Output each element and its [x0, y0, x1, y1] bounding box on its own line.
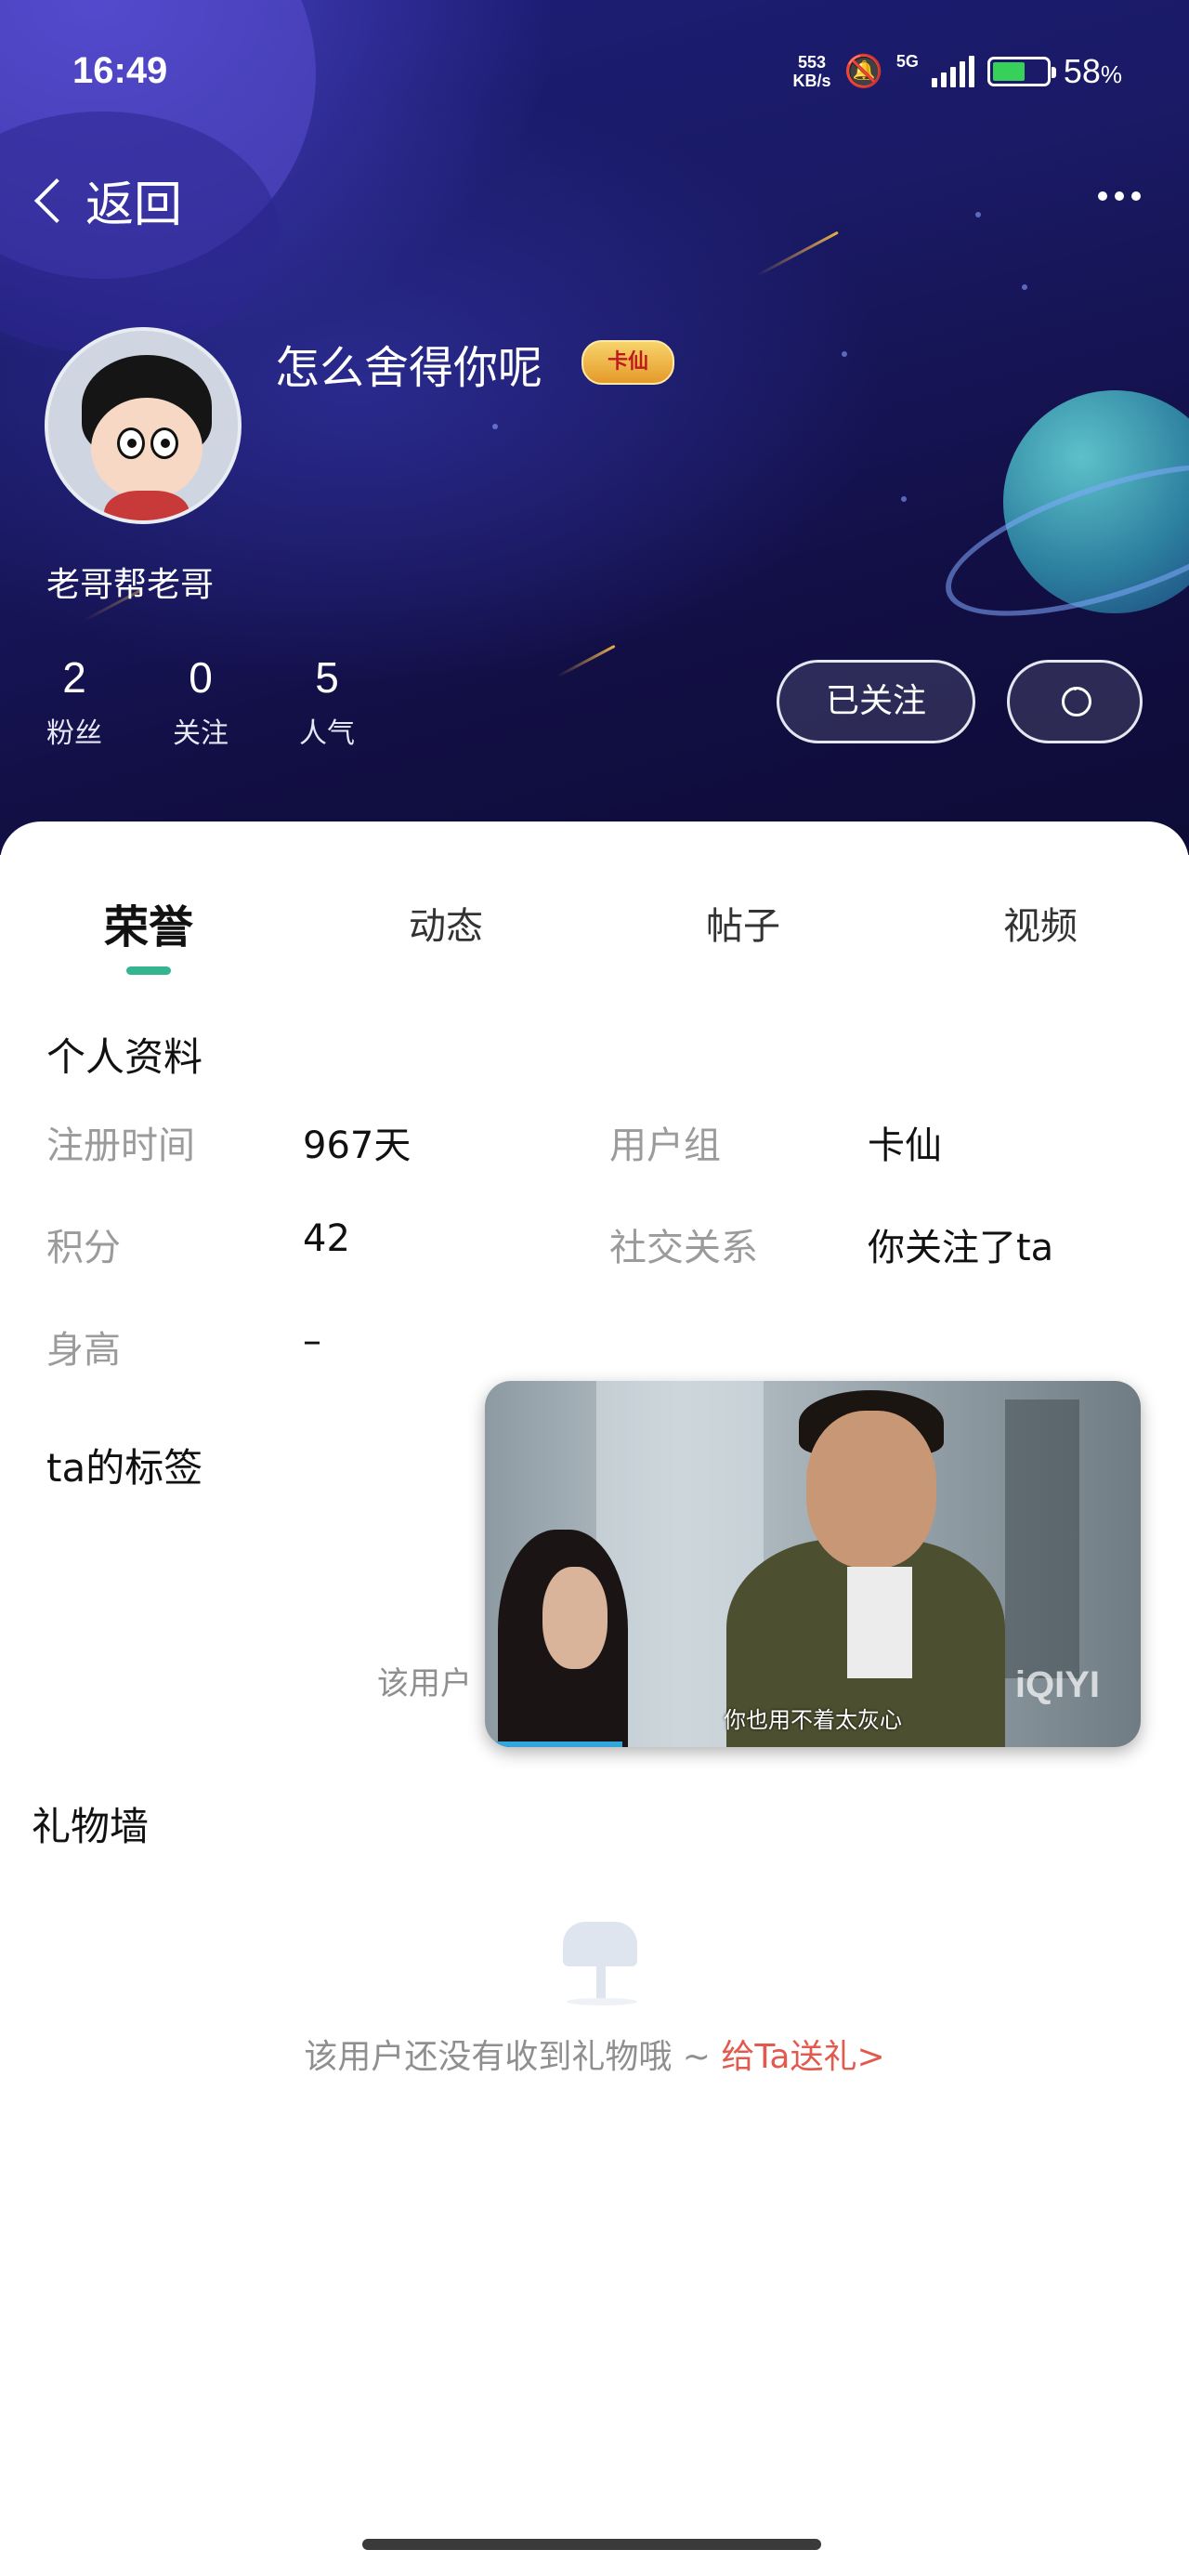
- tab-activity[interactable]: 动态: [409, 896, 483, 950]
- back-label: 返回: [85, 177, 183, 233]
- user-subname: 老哥帮老哥: [46, 566, 215, 604]
- back-button[interactable]: 返回: [30, 165, 182, 235]
- stat-following[interactable]: 0 关注: [167, 652, 234, 751]
- net-speed: 553 KB/s: [792, 53, 830, 90]
- tab-bar: 荣誉 动态 帖子 视频: [0, 896, 1189, 975]
- chat-bubble-icon: [1062, 680, 1091, 716]
- status-time: 16:49: [72, 50, 168, 91]
- battery-unit: %: [1100, 60, 1122, 88]
- star-decoration: [1022, 284, 1027, 290]
- message-button[interactable]: [1007, 660, 1143, 743]
- mailbox-base: [567, 1998, 637, 2005]
- status-bar: 16:49 553 KB/s 🔕 5G 58%: [0, 37, 1189, 112]
- field-label-register-time: 注册时间: [46, 1124, 195, 1167]
- gift-wall-empty: 该用户还没有收到礼物哦 ~ 给Ta送礼>: [0, 2030, 1189, 2078]
- user-group-badge[interactable]: 卡仙: [581, 340, 674, 385]
- avatar-shirt: [104, 491, 189, 520]
- avatar-eye: [150, 427, 178, 459]
- field-value-height: –: [303, 1320, 321, 1362]
- stat-value: 0: [189, 653, 213, 702]
- gift-empty-text: 该用户还没有收到礼物哦 ~: [304, 2038, 722, 2076]
- active-tab-indicator: [126, 966, 171, 975]
- personal-info-title: 个人资料: [46, 1034, 203, 1080]
- more-dot: [1131, 191, 1141, 201]
- stat-label: 人气: [299, 717, 355, 750]
- avatar-face: [91, 398, 203, 500]
- star-decoration: [975, 212, 981, 217]
- battery-percent: 58%: [1064, 52, 1122, 91]
- profile-header: 16:49 553 KB/s 🔕 5G 58% 返回 怎么舍得你呢 卡仙 老哥帮…: [0, 0, 1189, 855]
- more-options-button[interactable]: [1098, 191, 1141, 201]
- follow-button[interactable]: 已关注: [777, 660, 975, 743]
- field-value-points: 42: [303, 1217, 350, 1260]
- meteor-decoration: [755, 230, 839, 278]
- battery-icon: [986, 57, 1056, 86]
- video-scene-door: [1005, 1400, 1079, 1678]
- net-speed-value: 553: [797, 53, 826, 72]
- tab-posts[interactable]: 帖子: [706, 896, 780, 950]
- field-value-relationship: 你关注了ta: [868, 1227, 1054, 1269]
- video-subtitle: 你也用不着太灰心: [724, 1707, 902, 1733]
- signal-icon: [931, 56, 974, 87]
- video-scene-face: [542, 1567, 608, 1669]
- star-decoration: [901, 496, 907, 502]
- profile-stats: 2 粉丝 0 关注 5 人气: [41, 652, 360, 751]
- field-label-height: 身高: [46, 1329, 121, 1372]
- field-value-register-time: 967天: [303, 1124, 412, 1167]
- stat-fans[interactable]: 2 粉丝: [41, 652, 108, 751]
- tags-empty-hint: 该用户: [377, 1665, 472, 1702]
- stat-label: 粉丝: [46, 717, 102, 750]
- net-speed-unit: KB/s: [792, 72, 831, 90]
- stat-label: 关注: [173, 717, 229, 750]
- tab-videos[interactable]: 视频: [1003, 896, 1078, 950]
- battery-value: 58: [1063, 52, 1101, 90]
- meteor-decoration: [556, 644, 616, 678]
- home-indicator[interactable]: [362, 2539, 821, 2550]
- avatar[interactable]: [45, 327, 242, 524]
- tab-honor[interactable]: 荣誉: [104, 890, 193, 955]
- mailbox-post: [596, 1965, 606, 2002]
- chevron-left-icon: [33, 177, 80, 223]
- floating-video-player[interactable]: iQIYI 你也用不着太灰心: [485, 1381, 1141, 1747]
- avatar-eye: [117, 427, 145, 459]
- mailbox-box: [563, 1922, 637, 1966]
- user-nickname: 怎么舍得你呢: [275, 342, 543, 394]
- video-progress-bar[interactable]: [485, 1741, 623, 1747]
- video-scene-face: [806, 1411, 936, 1569]
- send-gift-link[interactable]: 给Ta送礼>: [721, 2038, 884, 2076]
- tags-title: ta的标签: [46, 1445, 203, 1491]
- field-label-points: 积分: [46, 1227, 121, 1269]
- field-label-user-group: 用户组: [609, 1124, 721, 1167]
- network-type: 5G: [895, 52, 919, 71]
- bell-muted-icon: 🔕: [843, 54, 883, 89]
- stat-value: 5: [315, 653, 339, 702]
- star-decoration: [842, 351, 847, 357]
- field-value-user-group: 卡仙: [868, 1124, 942, 1167]
- star-decoration: [492, 424, 498, 429]
- field-label-relationship: 社交关系: [609, 1227, 758, 1269]
- stat-value: 2: [62, 653, 86, 702]
- video-scene-shirt: [847, 1567, 912, 1678]
- video-logo: iQIYI: [1014, 1664, 1100, 1705]
- more-dot: [1098, 191, 1107, 201]
- more-dot: [1115, 191, 1124, 201]
- empty-mailbox-icon: [548, 1907, 650, 2009]
- gift-wall-title: 礼物墙: [32, 1804, 150, 1849]
- stat-popularity[interactable]: 5 人气: [294, 652, 360, 751]
